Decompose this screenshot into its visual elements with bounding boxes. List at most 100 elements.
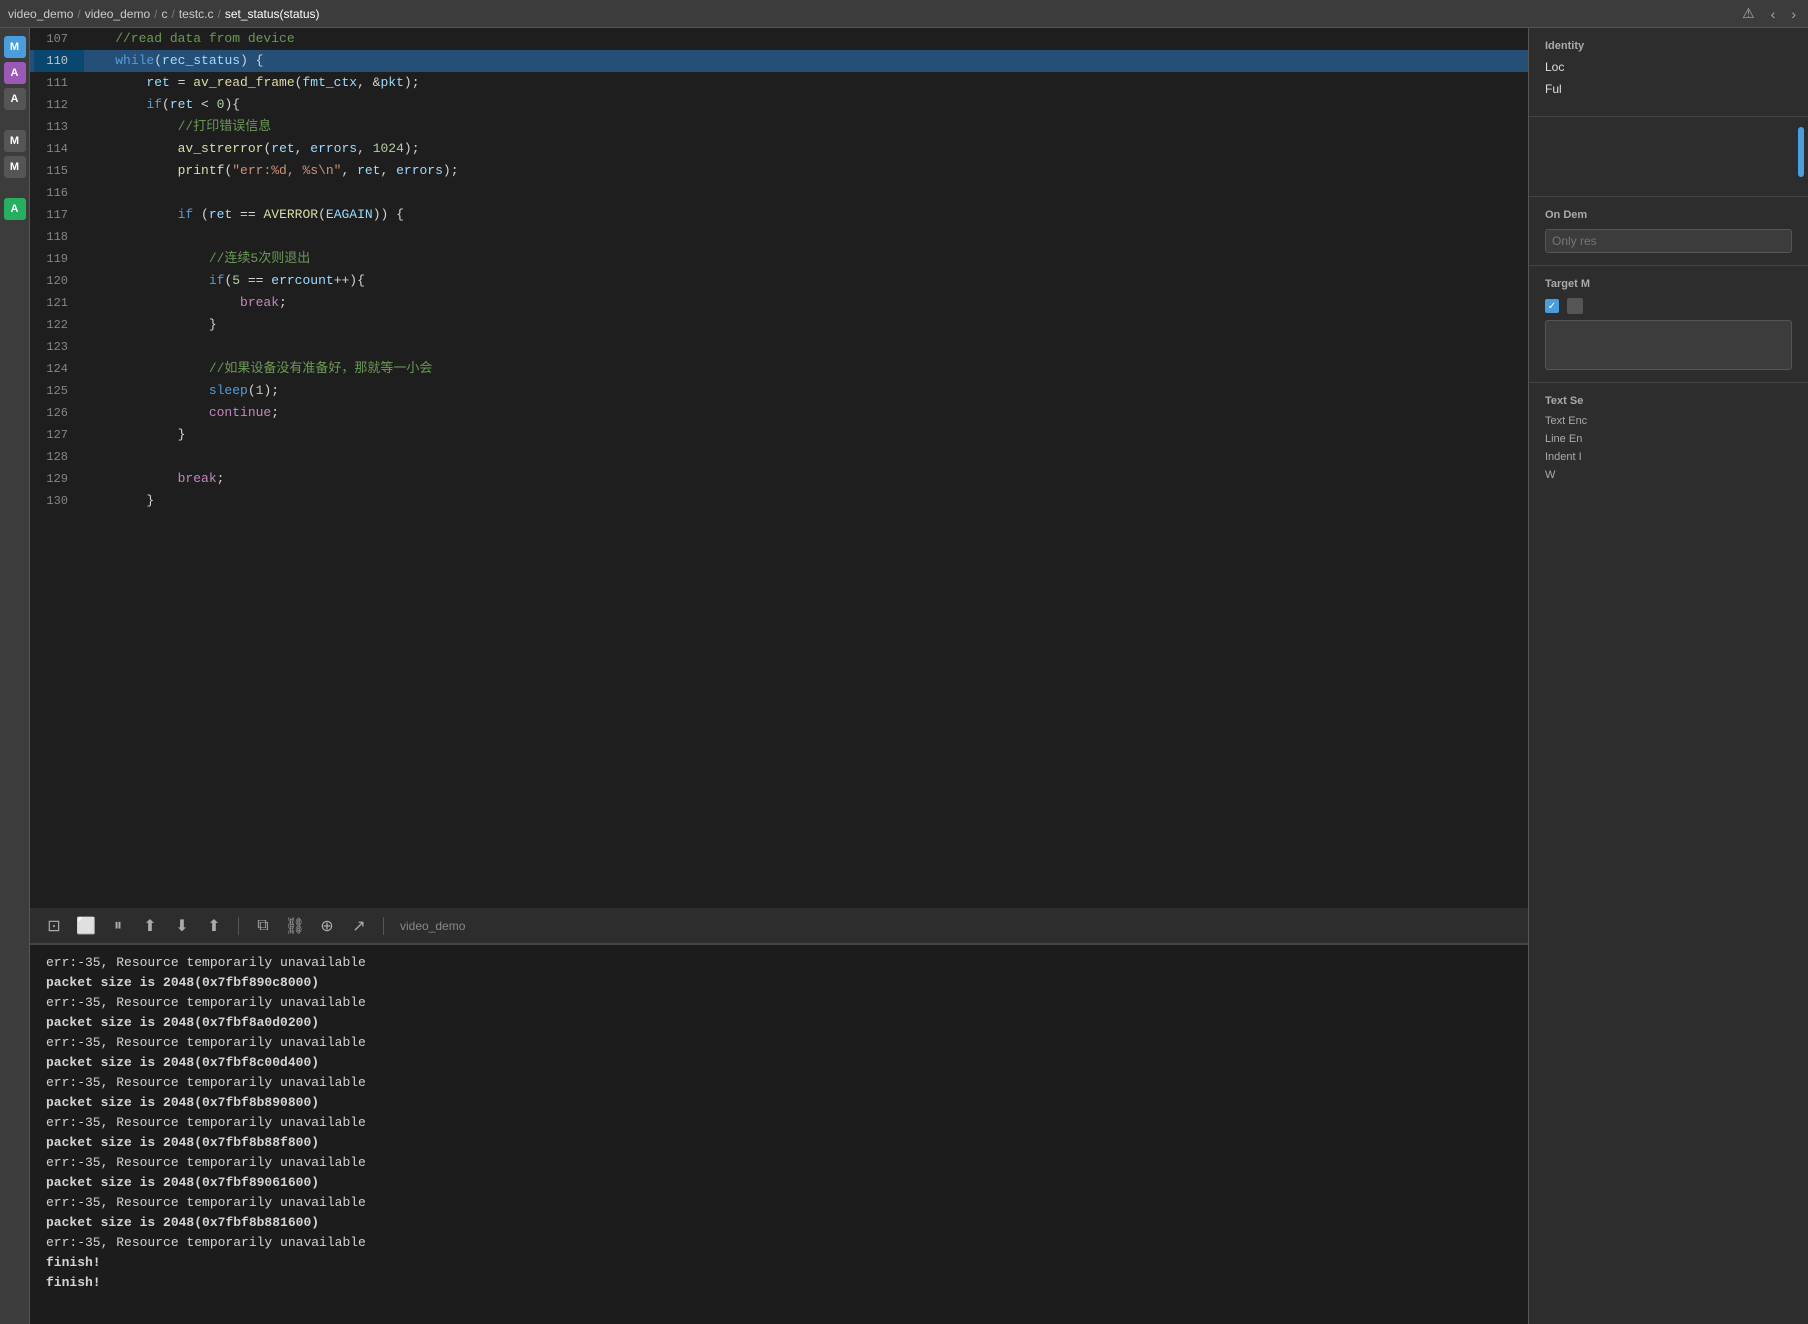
table-row: 124 //如果设备没有准备好，那就等一小会 xyxy=(30,358,1528,380)
indent-label: Indent I xyxy=(1545,451,1582,463)
line-code-114: av_strerror(ret, errors, 1024); xyxy=(84,138,1524,160)
line-code-125: sleep(1); xyxy=(84,380,1524,402)
breadcrumb-part-1[interactable]: video_demo xyxy=(8,7,73,21)
line-num-116: 116 xyxy=(34,182,84,204)
breadcrumb-sep-4: / xyxy=(218,7,221,21)
line-num-117: 117 xyxy=(34,204,84,226)
line-num-127: 127 xyxy=(34,424,84,446)
line-num-126: 126 xyxy=(34,402,84,424)
text-enc-row: Text Enc xyxy=(1545,415,1792,427)
fullscreen-value: Ful xyxy=(1545,82,1792,96)
table-row: 116 xyxy=(30,182,1528,204)
code-lines: 107 //read data from device 110 while(re… xyxy=(30,28,1528,512)
target-title: Target M xyxy=(1545,278,1792,290)
line-num-107: 107 xyxy=(34,28,84,50)
table-row: 111 ret = av_read_frame(fmt_ctx, &pkt); xyxy=(30,72,1528,94)
fullscreen-field: Ful xyxy=(1545,82,1792,96)
navigate-next-button[interactable]: › xyxy=(1787,4,1800,24)
table-row: 122 } xyxy=(30,314,1528,336)
identity-title: Identity xyxy=(1545,40,1792,52)
table-row: 125 sleep(1); xyxy=(30,380,1528,402)
line-code-112: if(ret < 0){ xyxy=(84,94,1524,116)
list-item: finish! xyxy=(46,1273,1512,1293)
line-code-116 xyxy=(84,182,1524,204)
line-code-117: if (ret == AVERROR(EAGAIN)) { xyxy=(84,204,1524,226)
text-settings-section: Text Se Text Enc Line En Indent I W xyxy=(1529,383,1808,499)
terminal-toolbar: ⊡ ⬜ ⏸ ⬆ ⬇ ⬆ ⧉ ⛓ ⊕ ↗ video_demo xyxy=(30,908,1528,944)
table-row: 117 if (ret == AVERROR(EAGAIN)) { xyxy=(30,204,1528,226)
list-item: packet size is 2048(0x7fbf890c8000) xyxy=(46,973,1512,993)
warning-icon-button[interactable]: ⚠ xyxy=(1738,3,1759,24)
on-demand-section: On Dem xyxy=(1529,197,1808,266)
terminal-add-button[interactable]: ⊕ xyxy=(315,914,339,938)
line-num-115: 115 xyxy=(34,160,84,182)
target-checkbox[interactable]: ✓ xyxy=(1545,299,1559,313)
vertical-scrollbar[interactable] xyxy=(1798,127,1804,177)
list-item: packet size is 2048(0x7fbf8b88f800) xyxy=(46,1133,1512,1153)
target-box xyxy=(1545,320,1792,370)
terminal-copy-button[interactable]: ⧉ xyxy=(251,914,275,938)
target-checkbox-row: ✓ xyxy=(1545,298,1792,314)
table-row: 120 if(5 == errcount++){ xyxy=(30,270,1528,292)
line-num-111: 111 xyxy=(34,72,84,94)
left-sidebar: M A A M M A xyxy=(0,28,30,1324)
terminal-pause-button[interactable]: ⏸ xyxy=(106,914,130,938)
breadcrumb-part-5[interactable]: set_status(status) xyxy=(225,7,320,21)
wrap-label: W xyxy=(1545,469,1555,481)
line-code-110: while(rec_status) { xyxy=(84,50,1524,72)
terminal-project-name: video_demo xyxy=(400,919,465,933)
table-row: 118 xyxy=(30,226,1528,248)
table-row: 113 //打印错误信息 xyxy=(30,116,1528,138)
sidebar-item-m-dark[interactable]: M xyxy=(4,130,26,152)
line-code-130: } xyxy=(84,490,1524,512)
list-item: err:-35, Resource temporarily unavailabl… xyxy=(46,1193,1512,1213)
terminal-scroll-down-button[interactable]: ⬇ xyxy=(170,914,194,938)
line-code-118 xyxy=(84,226,1524,248)
table-row: 110 while(rec_status) { xyxy=(30,50,1528,72)
terminal-link-button[interactable]: ⛓ xyxy=(283,914,307,938)
line-code-107: //read data from device xyxy=(84,28,1524,50)
terminal-move-up-button[interactable]: ⬆ xyxy=(202,914,226,938)
line-num-110: 110 xyxy=(34,50,84,72)
table-row: 126 continue; xyxy=(30,402,1528,424)
terminal-new-button[interactable]: ⬜ xyxy=(74,914,98,938)
line-code-128 xyxy=(84,446,1524,468)
line-num-120: 120 xyxy=(34,270,84,292)
sidebar-item-a-purple[interactable]: A xyxy=(4,62,26,84)
table-row: 119 //连续5次则退出 xyxy=(30,248,1528,270)
breadcrumb-part-4[interactable]: testc.c xyxy=(179,7,214,21)
identity-section: Identity Loc Ful xyxy=(1529,28,1808,117)
target-checkbox-unchecked[interactable] xyxy=(1567,298,1583,314)
sidebar-item-m-dark2[interactable]: M xyxy=(4,156,26,178)
main-layout: M A A M M A 107 //read data from device … xyxy=(0,28,1808,1324)
line-num-129: 129 xyxy=(34,468,84,490)
terminal-output[interactable]: err:-35, Resource temporarily unavailabl… xyxy=(30,945,1528,1324)
line-num-125: 125 xyxy=(34,380,84,402)
list-item: packet size is 2048(0x7fbf8b881600) xyxy=(46,1213,1512,1233)
list-item: err:-35, Resource temporarily unavailabl… xyxy=(46,993,1512,1013)
terminal-scroll-up-button[interactable]: ⬆ xyxy=(138,914,162,938)
line-num-112: 112 xyxy=(34,94,84,116)
list-item: err:-35, Resource temporarily unavailabl… xyxy=(46,953,1512,973)
toolbar-divider-2 xyxy=(383,917,384,935)
location-value: Loc xyxy=(1545,60,1792,74)
breadcrumb: video_demo / video_demo / c / testc.c / … xyxy=(8,7,320,21)
sidebar-item-a-dark[interactable]: A xyxy=(4,88,26,110)
breadcrumb-part-3[interactable]: c xyxy=(161,7,167,21)
line-code-124: //如果设备没有准备好，那就等一小会 xyxy=(84,358,1524,380)
navigate-prev-button[interactable]: ‹ xyxy=(1767,4,1780,24)
line-code-127: } xyxy=(84,424,1524,446)
breadcrumb-part-2[interactable]: video_demo xyxy=(85,7,150,21)
only-res-input[interactable] xyxy=(1545,229,1792,253)
terminal-toggle-button[interactable]: ⊡ xyxy=(42,914,66,938)
sidebar-item-a-green[interactable]: A xyxy=(4,198,26,220)
list-item: finish! xyxy=(46,1253,1512,1273)
code-editor[interactable]: 107 //read data from device 110 while(re… xyxy=(30,28,1528,908)
terminal-send-button[interactable]: ↗ xyxy=(347,914,371,938)
line-num-128: 128 xyxy=(34,446,84,468)
sidebar-item-m-blue[interactable]: M xyxy=(4,36,26,58)
line-code-115: printf("err:%d, %s\n", ret, errors); xyxy=(84,160,1524,182)
terminal-area[interactable]: err:-35, Resource temporarily unavailabl… xyxy=(30,944,1528,1324)
toolbar-divider xyxy=(238,917,239,935)
top-bar: video_demo / video_demo / c / testc.c / … xyxy=(0,0,1808,28)
